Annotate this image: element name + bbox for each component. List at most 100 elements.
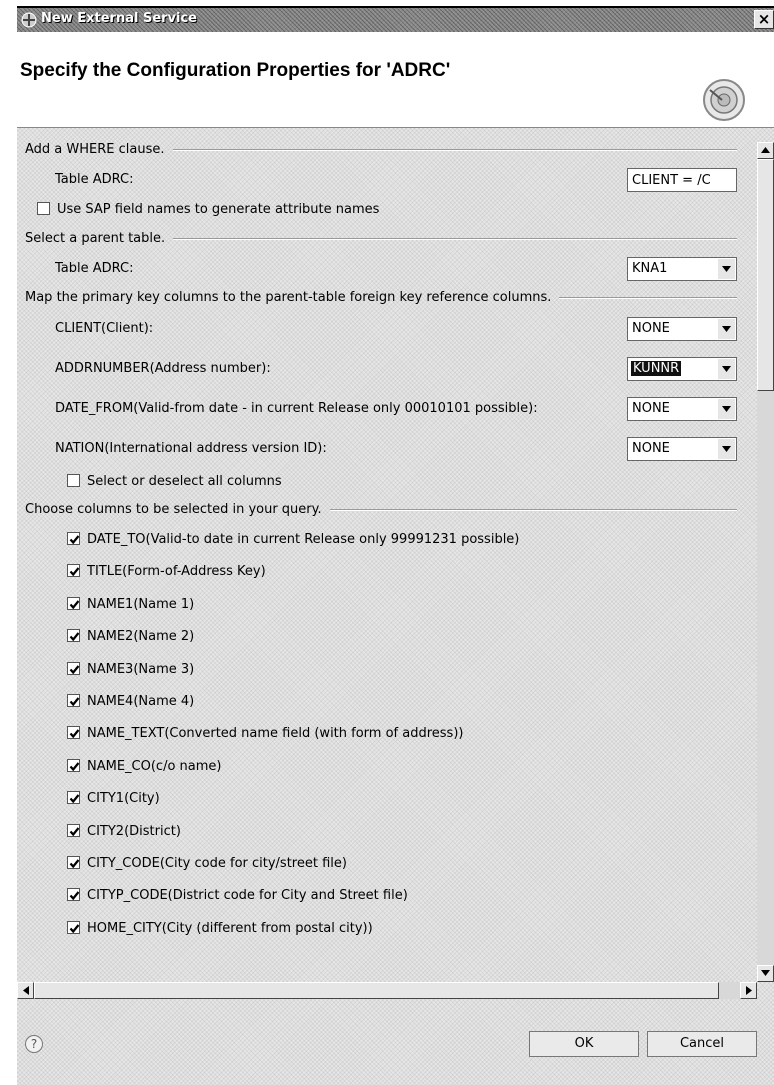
scroll-left-button[interactable]: [17, 982, 34, 999]
where-table-label: Table ADRC:: [55, 172, 134, 187]
column-option[interactable]: NAME_TEXT(Converted name field (with for…: [67, 726, 463, 741]
scroll-down-button[interactable]: [757, 965, 774, 982]
key-mapping-heading: Map the primary key columns to the paren…: [25, 290, 552, 305]
column-checkbox[interactable]: [67, 759, 80, 772]
where-clause-input[interactable]: [628, 169, 736, 191]
dialog-body: Add a WHERE clause. Table ADRC: Use SAP …: [17, 128, 774, 1085]
horizontal-scrollbar[interactable]: [17, 982, 757, 999]
key-mapping-section: Map the primary key columns to the paren…: [25, 290, 737, 305]
parent-table-heading: Select a parent table.: [25, 231, 166, 246]
column-label: HOME_CITY(City (different from postal ci…: [87, 921, 373, 936]
cancel-button[interactable]: Cancel: [647, 1031, 757, 1057]
checkmark-icon: [69, 600, 80, 610]
column-option[interactable]: NAME2(Name 2): [67, 629, 194, 644]
map-nation-value: NONE: [632, 441, 670, 456]
scroll-up-button[interactable]: [757, 142, 774, 159]
section-divider: [559, 296, 737, 299]
page-title: Specify the Configuration Properties for…: [20, 60, 451, 81]
column-checkbox[interactable]: [67, 726, 80, 739]
map-date-from-value: NONE: [632, 401, 670, 416]
configuration-panel: Add a WHERE clause. Table ADRC: Use SAP …: [17, 142, 757, 982]
map-row-label: ADDRNUMBER(Address number):: [55, 361, 271, 376]
column-option[interactable]: TITLE(Form-of-Address Key): [67, 564, 266, 579]
map-addrnumber-select[interactable]: KUNNR: [627, 357, 737, 381]
column-option[interactable]: NAME3(Name 3): [67, 662, 194, 677]
sap-field-names-label: Use SAP field names to generate attribut…: [57, 202, 380, 217]
column-label: CITY_CODE(City code for city/street file…: [87, 856, 347, 871]
column-option[interactable]: HOME_CITY(City (different from postal ci…: [67, 921, 373, 936]
column-option[interactable]: NAME1(Name 1): [67, 597, 194, 612]
chevron-down-icon[interactable]: [717, 259, 735, 279]
parent-table-section: Select a parent table.: [25, 231, 737, 246]
ok-button[interactable]: OK: [529, 1031, 639, 1057]
chevron-up-icon: [761, 147, 770, 153]
section-divider: [172, 148, 737, 151]
sap-field-names-option[interactable]: Use SAP field names to generate attribut…: [37, 202, 379, 217]
column-checkbox[interactable]: [67, 564, 80, 577]
column-option[interactable]: DATE_TO(Valid-to date in current Release…: [67, 532, 519, 547]
column-option[interactable]: NAME_CO(c/o name): [67, 759, 221, 774]
column-label: NAME3(Name 3): [87, 662, 195, 677]
sap-field-names-checkbox[interactable]: [37, 202, 50, 215]
vertical-scrollbar[interactable]: [757, 142, 774, 982]
checkmark-icon: [69, 794, 80, 804]
column-label: NAME_CO(c/o name): [87, 759, 222, 774]
column-checkbox[interactable]: [67, 824, 80, 837]
column-label: NAME_TEXT(Converted name field (with for…: [87, 726, 464, 741]
column-checkbox[interactable]: [67, 856, 80, 869]
checkmark-icon: [69, 535, 80, 545]
chevron-down-icon[interactable]: [717, 439, 735, 459]
checkmark-icon: [69, 891, 80, 901]
map-nation-select[interactable]: NONE: [627, 437, 737, 461]
column-checkbox[interactable]: [67, 662, 80, 675]
scroll-right-button[interactable]: [740, 982, 757, 999]
parent-table-select[interactable]: KNA1: [627, 257, 737, 281]
column-option[interactable]: CITY_CODE(City code for city/street file…: [67, 856, 347, 871]
select-all-option[interactable]: Select or deselect all columns: [67, 474, 282, 489]
chevron-down-icon[interactable]: [717, 399, 735, 419]
column-option[interactable]: CITY1(City): [67, 791, 160, 806]
checkmark-icon: [69, 665, 80, 675]
columns-heading: Choose columns to be selected in your qu…: [25, 502, 322, 517]
column-option[interactable]: NAME4(Name 4): [67, 694, 194, 709]
chevron-down-icon[interactable]: [717, 359, 735, 379]
column-checkbox[interactable]: [67, 791, 80, 804]
column-label: NAME2(Name 2): [87, 629, 195, 644]
column-checkbox[interactable]: [67, 532, 80, 545]
checkmark-icon: [69, 859, 80, 869]
chevron-down-icon: [761, 970, 770, 976]
vertical-scroll-thumb[interactable]: [757, 159, 774, 391]
column-checkbox[interactable]: [67, 629, 80, 642]
checkmark-icon: [69, 762, 80, 772]
title-bar[interactable]: New External Service ×: [17, 6, 774, 32]
column-checkbox[interactable]: [67, 694, 80, 707]
eclipse-app-icon: [21, 12, 37, 28]
map-client-select[interactable]: NONE: [627, 317, 737, 341]
select-all-checkbox[interactable]: [67, 474, 80, 487]
chevron-down-icon[interactable]: [717, 319, 735, 339]
map-date-from-select[interactable]: NONE: [627, 397, 737, 421]
new-external-service-dialog: New External Service × Specify the Confi…: [17, 6, 774, 1085]
help-icon[interactable]: ?: [25, 1035, 43, 1053]
checkmark-icon: [69, 697, 80, 707]
checkmark-icon: [69, 924, 80, 934]
column-option[interactable]: CITYP_CODE(District code for City and St…: [67, 888, 408, 903]
column-checkbox[interactable]: [67, 597, 80, 610]
column-checkbox[interactable]: [67, 888, 80, 901]
column-checkbox[interactable]: [67, 921, 80, 934]
close-button[interactable]: ×: [754, 10, 774, 29]
map-row-label: NATION(International address version ID)…: [55, 441, 327, 456]
column-option[interactable]: CITY2(District): [67, 824, 181, 839]
map-addrnumber-value: KUNNR: [631, 361, 682, 376]
window-title: New External Service: [41, 11, 197, 26]
checkmark-icon: [69, 729, 80, 739]
where-clause-field[interactable]: [627, 168, 737, 192]
column-label: CITY2(District): [87, 824, 181, 839]
column-label: NAME4(Name 4): [87, 694, 195, 709]
horizontal-scroll-thumb[interactable]: [34, 982, 719, 999]
section-divider: [329, 508, 737, 511]
where-clause-section: Add a WHERE clause.: [25, 142, 737, 157]
checkmark-icon: [69, 567, 80, 577]
wizard-banner-icon: [700, 76, 748, 124]
column-label: CITYP_CODE(District code for City and St…: [87, 888, 408, 903]
